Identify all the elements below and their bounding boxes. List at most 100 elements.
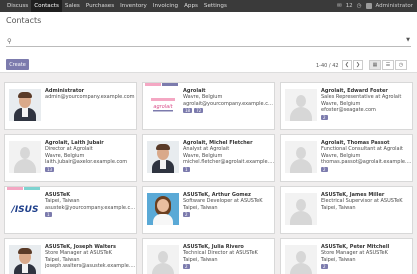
chevron-left-icon: ❮ <box>344 62 350 68</box>
stat-badges: 2 <box>321 264 412 270</box>
activity-view-button[interactable]: ◷ <box>395 60 407 70</box>
top-navbar: Discuss Contacts Sales Purchases Inventory In… <box>0 0 417 12</box>
tag-color-bar <box>7 187 23 190</box>
page-title: Contacts <box>6 16 42 25</box>
contact-detail: Electrical Supervisor at ASUSTeK <box>321 198 403 205</box>
menu-item-sales[interactable]: Sales <box>62 0 83 12</box>
contact-detail: Taipei, Taiwan <box>183 204 218 211</box>
tag-color-bar <box>145 83 161 86</box>
asus-logo-icon: /ISUS <box>9 193 41 225</box>
contact-info: ASUSTeK, Julia Rivero Technical Director … <box>183 244 274 270</box>
contact-detail: joseph.walters@asustek.example.com <box>45 263 137 270</box>
contact-detail: Functional Consultant at Agrolait <box>321 146 403 153</box>
menu-item-contacts[interactable]: Contacts <box>31 0 62 12</box>
contact-card[interactable]: Agrolait, Laith Jubair Director at Agrola… <box>4 134 137 182</box>
menu-item-inventory[interactable]: Inventory <box>117 0 150 12</box>
search-options-caret-icon[interactable]: ▼ <box>406 37 410 43</box>
contact-detail: efoster@seagate.com <box>321 107 376 114</box>
pager-next-button[interactable]: ❯ <box>353 60 363 70</box>
svg-text:agrolait: agrolait <box>153 104 173 110</box>
menu-item-settings[interactable]: Settings <box>201 0 230 12</box>
avatar-placeholder-icon <box>285 141 317 173</box>
kanban-icon: ▦ <box>372 62 378 68</box>
stat-badges: 2 <box>321 166 412 172</box>
contact-detail: Software Developer at ASUSTeK <box>183 198 263 205</box>
avatar <box>147 193 179 225</box>
user-avatar[interactable] <box>365 3 372 9</box>
chevron-right-icon: ❯ <box>355 62 361 68</box>
avatar <box>147 141 179 173</box>
pager-value[interactable]: 1-40 / 42 <box>316 63 339 69</box>
avatar-placeholder-icon <box>285 89 317 121</box>
avatar-placeholder-icon <box>285 193 317 225</box>
contact-info: Agrolait, Michel Fletcher Analyst at Agro… <box>183 140 274 172</box>
stat-badge[interactable]: 2 <box>321 264 328 270</box>
avatar <box>9 89 41 121</box>
create-button[interactable]: Create <box>6 59 29 70</box>
contact-detail: Taipei, Taiwan <box>183 256 218 263</box>
svg-text:/ISUS: /ISUS <box>11 205 39 215</box>
contact-info: ASUSTeK, Peter Mitchell Store Manager at … <box>321 244 412 270</box>
avatar-placeholder-icon <box>9 141 41 173</box>
stat-badges: 2 <box>183 264 274 270</box>
list-view-button[interactable]: ☰ <box>382 60 394 70</box>
contact-detail: Taipei, Taiwan <box>321 256 356 263</box>
chat-icon[interactable]: ✉ <box>337 3 342 9</box>
contact-card[interactable]: Administrator admin@yourcompany.example.c… <box>4 82 137 130</box>
stat-badge[interactable]: 2 <box>183 212 190 218</box>
contact-card[interactable]: ASUSTeK, Julia Rivero Technical Director … <box>142 238 275 274</box>
stat-badge[interactable]: 2 <box>321 166 328 172</box>
stat-badge[interactable]: 1 <box>183 166 190 172</box>
menu-item-apps[interactable]: Apps <box>181 0 201 12</box>
systray: ✉ 12 ◷ Administrator <box>337 0 413 12</box>
contact-card[interactable]: ASUSTeK, Joseph Walters Store Manager at … <box>4 238 137 274</box>
stat-badge[interactable]: 2 <box>183 264 190 270</box>
user-menu[interactable]: Administrator <box>376 3 414 9</box>
stat-badges: 18 72 <box>183 108 274 114</box>
contact-detail: laith.jubair@axelor.example.com <box>45 159 128 166</box>
stat-badge[interactable]: 2 <box>321 114 328 120</box>
chat-count: 12 <box>345 3 353 9</box>
contact-card[interactable]: ASUSTeK, Peter Mitchell Store Manager at … <box>280 238 413 274</box>
stat-badge[interactable]: 13 <box>45 166 55 172</box>
app-menu: Discuss Contacts Sales Purchases Inventory In… <box>0 0 230 12</box>
kanban-view-button[interactable]: ▦ <box>369 60 381 70</box>
contact-card[interactable]: ASUSTeK, Arthur Gomez Software Developer … <box>142 186 275 234</box>
menu-item-invoicing[interactable]: Invoicing <box>150 0 181 12</box>
list-icon: ☰ <box>385 62 391 68</box>
pager-previous-button[interactable]: ❮ <box>342 60 352 70</box>
contact-info: ASUSTeK Taipei, Taiwan asustek@yourcompany… <box>45 192 136 218</box>
contact-detail: admin@yourcompany.example.com <box>45 94 135 101</box>
contact-detail: Sales Representative at Agrolait <box>321 94 402 101</box>
agrolait-logo-icon: agrolait <box>147 89 179 121</box>
avatar-placeholder-icon <box>285 245 317 274</box>
avatar-placeholder-icon <box>147 245 179 274</box>
clock-icon: ◷ <box>398 62 404 68</box>
stat-badge[interactable]: 72 <box>194 108 204 114</box>
contact-card[interactable]: agrolait Agrolait Wavre, Belgium agrolait@y… <box>142 82 275 130</box>
contact-card[interactable]: Agrolait, Edward Foster Sales Representat… <box>280 82 413 130</box>
stat-badge[interactable]: 1 <box>45 212 52 218</box>
contact-info: ASUSTeK, James Miller Electrical Supervis… <box>321 192 412 211</box>
stat-badges: 1 <box>45 212 136 218</box>
contact-card[interactable]: ASUSTeK, James Miller Electrical Supervis… <box>280 186 413 234</box>
contact-info: ASUSTeK, Joseph Walters Store Manager at … <box>45 244 137 270</box>
contact-card[interactable]: Agrolait, Michel Fletcher Analyst at Agro… <box>142 134 275 182</box>
contact-detail: thomas.passot@agrolait.example.com <box>321 159 413 166</box>
tag-color-bar <box>162 83 178 86</box>
search-icon: ⚲ <box>7 37 12 45</box>
menu-item-purchases[interactable]: Purchases <box>83 0 117 12</box>
contact-info: Agrolait Wavre, Belgium agrolait@yourcompa… <box>183 88 274 114</box>
stat-badge[interactable]: 18 <box>183 108 193 114</box>
clock-icon[interactable]: ◷ <box>357 3 362 9</box>
menu-item-discuss[interactable]: Discuss <box>4 0 31 12</box>
search-bar[interactable]: ⚲ ▼ <box>6 36 411 47</box>
stat-badges: 13 <box>45 166 136 172</box>
contact-info: ASUSTeK, Arthur Gomez Software Developer … <box>183 192 274 218</box>
contact-info: Agrolait, Laith Jubair Director at Agrola… <box>45 140 136 172</box>
contact-card[interactable]: Agrolait, Thomas Passot Functional Consul… <box>280 134 413 182</box>
tag-color-bar <box>24 187 40 190</box>
contact-card[interactable]: /ISUS ASUSTeK Taipei, Taiwan asustek@yourco… <box>4 186 137 234</box>
contact-info: Administrator admin@yourcompany.example.c… <box>45 88 136 101</box>
stat-badges: 2 <box>183 212 274 218</box>
